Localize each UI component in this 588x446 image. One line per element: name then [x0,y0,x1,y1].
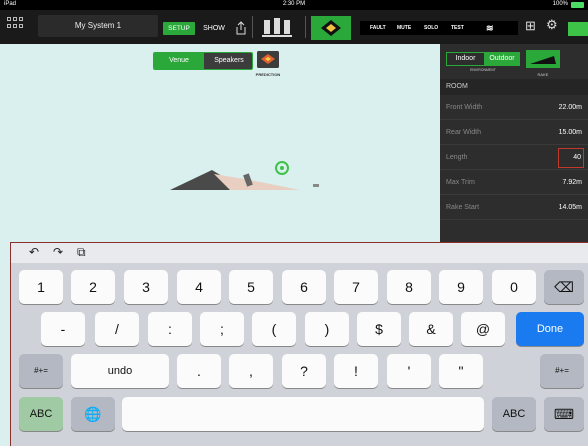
setting-row-rake-start[interactable]: Rake Start 14.05m [440,195,588,220]
setup-button[interactable]: SETUP [163,22,195,35]
show-button[interactable]: SHOW [198,22,230,35]
setting-label: Front Width [446,104,483,111]
redo-icon[interactable]: ↷ [53,245,63,259]
key-period[interactable]: . [177,354,221,388]
environment-label: ENVIRONMENT [470,68,496,72]
apps-grid-icon[interactable] [7,17,25,35]
room-section-header: ROOM [440,79,588,95]
key-1[interactable]: 1 [19,270,63,304]
setting-row-length[interactable]: Length 40 [440,145,588,170]
space-bar[interactable] [122,397,484,431]
fault-indicator[interactable]: FAULT [370,25,386,31]
key-ampersand[interactable]: & [409,312,453,346]
key-3[interactable]: 3 [124,270,168,304]
selection-marker-dot [280,166,284,170]
divider [305,16,306,38]
key-5[interactable]: 5 [229,270,273,304]
key-colon[interactable]: : [148,312,192,346]
layout-icon[interactable]: ⊞ [525,18,536,34]
setting-label: Rake Start [446,204,480,211]
key-6[interactable]: 6 [282,270,326,304]
setting-label: Length [446,154,468,161]
mic-model [313,184,319,187]
key-apostrophe[interactable]: ' [387,354,431,388]
mute-indicator[interactable]: MUTE [397,25,411,31]
key-hyphen[interactable]: - [41,312,85,346]
abc-key-right[interactable]: ABC [492,397,536,431]
length-input[interactable]: 40 [558,148,584,168]
keyboard-shortcut-bar: ↶ ↷ ⧉ [11,243,588,263]
divider [252,16,253,38]
test-indicator[interactable]: TEST [451,25,464,31]
system-name-button[interactable]: My System 1 [38,15,158,37]
key-comma[interactable]: , [229,354,273,388]
network-status-icon[interactable] [568,22,588,36]
toolbar: My System 1 SETUP SHOW FAULT MUTE SOLO T… [0,10,588,44]
symbols-key-right[interactable]: #+= [540,354,584,388]
battery-percent: 100% [552,1,568,7]
key-dollar[interactable]: $ [357,312,401,346]
view-segmented-control: Venue Speakers [153,52,253,70]
setting-row-rear-width[interactable]: Rear Width 15.00m [440,120,588,145]
tab-venue[interactable]: Venue [154,53,204,69]
keyboard-body: ↶ ↷ ⧉ 1 2 3 4 5 6 7 8 9 0 ⌫ - / : ; ( ) … [11,243,588,446]
share-icon[interactable] [235,21,247,35]
key-exclamation[interactable]: ! [334,354,378,388]
backspace-key[interactable]: ⌫ [544,270,584,304]
status-indicators: FAULT MUTE SOLO TEST ≋ [360,21,518,35]
key-close-paren[interactable]: ) [305,312,349,346]
venue-3d-view[interactable] [0,44,440,244]
abc-key-left[interactable]: ABC [19,397,63,431]
setting-value[interactable]: 15.00m [559,129,582,136]
key-9[interactable]: 9 [439,270,483,304]
key-open-paren[interactable]: ( [252,312,296,346]
rake-toggle-icon[interactable] [526,50,560,68]
undo-icon[interactable]: ↶ [29,245,39,259]
gear-icon[interactable]: ⚙ [546,17,558,33]
prediction-label: PREDICTION [255,72,281,77]
setting-label: Max Trim [446,179,475,186]
wifi-icon: ≋ [486,23,494,33]
setting-value[interactable]: 7.92m [563,179,582,186]
speaker-array-icon[interactable] [258,16,298,40]
paste-icon[interactable]: ⧉ [77,245,86,260]
setting-label: Rear Width [446,129,482,136]
key-7[interactable]: 7 [334,270,378,304]
key-4[interactable]: 4 [177,270,221,304]
outdoor-option[interactable]: Outdoor [484,53,520,65]
undo-key[interactable]: undo [71,354,169,388]
key-semicolon[interactable]: ; [200,312,244,346]
clock: 2:30 PM [282,1,306,7]
done-button[interactable]: Done [516,312,584,346]
rake-label: RAKE [537,72,549,77]
prediction-view-icon[interactable] [311,16,351,40]
hide-keyboard-icon[interactable]: ⌨ [544,397,584,431]
globe-icon[interactable]: 🌐 [71,397,115,431]
tab-speakers[interactable]: Speakers [204,53,252,69]
key-slash[interactable]: / [95,312,139,346]
battery-icon [571,2,584,8]
key-question[interactable]: ? [282,354,326,388]
app-root: iPad 2:30 PM 100% My System 1 SETUP SHOW [0,0,588,446]
indoor-option[interactable]: Indoor [447,53,484,65]
setting-row-front-width[interactable]: Front Width 22.00m [440,95,588,120]
key-at[interactable]: @ [461,312,505,346]
key-2[interactable]: 2 [71,270,115,304]
solo-indicator[interactable]: SOLO [424,25,438,31]
room-settings-panel: Indoor Outdoor ENVIRONMENT RAKE ROOM Fro… [440,44,588,244]
environment-toggle: Indoor Outdoor [446,52,520,66]
key-quote[interactable]: " [439,354,483,388]
key-0[interactable]: 0 [492,270,536,304]
symbols-key-left[interactable]: #+= [19,354,63,388]
status-bar: iPad 2:30 PM 100% [0,0,588,10]
setting-row-max-trim[interactable]: Max Trim 7.92m [440,170,588,195]
key-8[interactable]: 8 [387,270,431,304]
on-screen-keyboard: ↶ ↷ ⧉ 1 2 3 4 5 6 7 8 9 0 ⌫ - / : ; ( ) … [10,242,588,446]
prediction-icon[interactable] [257,51,279,68]
setting-value[interactable]: 14.05m [559,204,582,211]
setting-value[interactable]: 22.00m [559,104,582,111]
